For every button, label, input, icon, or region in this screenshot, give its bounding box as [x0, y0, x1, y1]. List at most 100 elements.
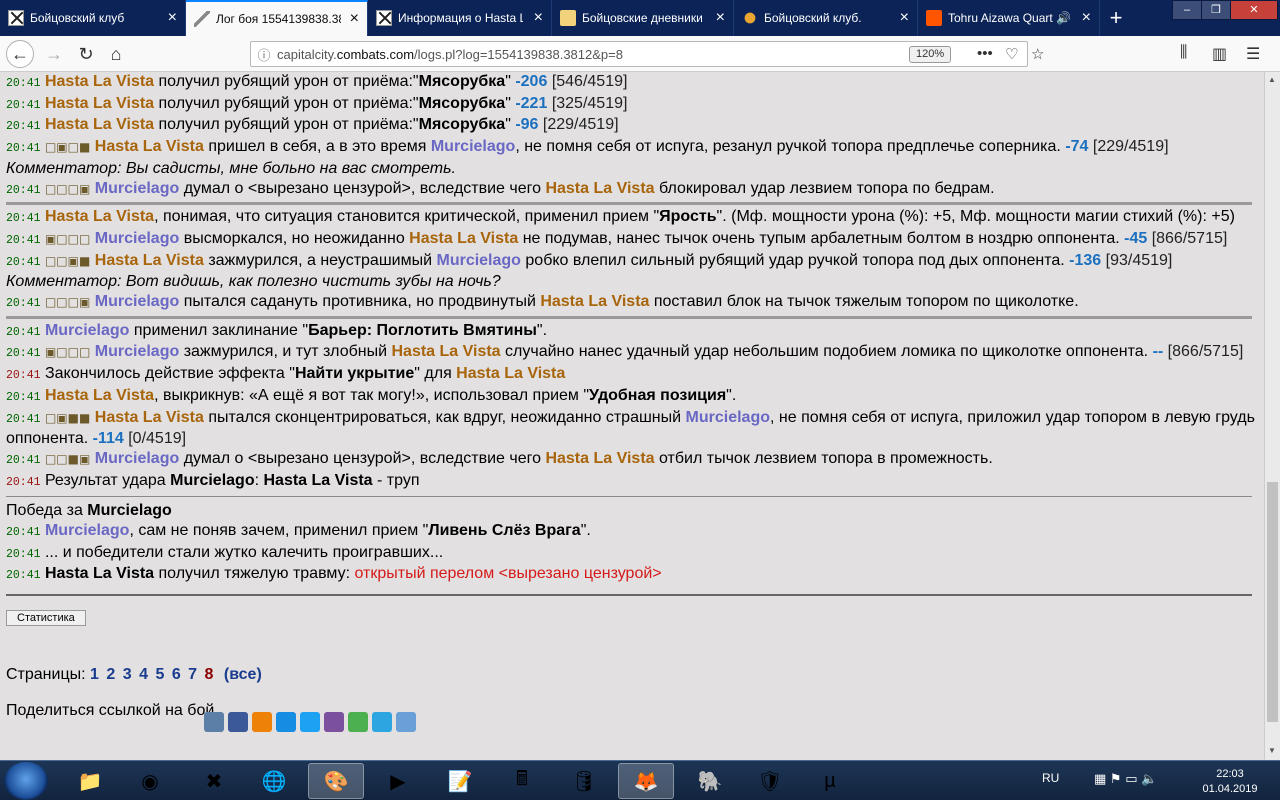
page-link-5[interactable]: 5: [155, 666, 164, 683]
back-button[interactable]: ←: [6, 40, 34, 68]
scroll-up-icon[interactable]: ▲: [1268, 75, 1276, 84]
system-clock[interactable]: 22:03 01.04.2019: [1200, 767, 1260, 797]
tab-diaries[interactable]: Бойцовские дневники ×: [552, 0, 734, 36]
page-link-4[interactable]: 4: [139, 666, 148, 683]
paint-taskbar-icon[interactable]: 🎨: [308, 763, 364, 799]
mailru-share-icon[interactable]: [276, 712, 296, 733]
page-link-1[interactable]: 1: [90, 666, 99, 683]
share-label: Поделиться ссылкой на бой: [6, 702, 215, 720]
window-close-button[interactable]: ✕: [1230, 0, 1278, 20]
flag-icon[interactable]: ⚑: [1110, 771, 1122, 786]
elephant-icon: 🐘: [697, 770, 723, 793]
close-icon[interactable]: ×: [350, 11, 359, 27]
vertical-scrollbar[interactable]: ▲ ▼: [1264, 72, 1280, 760]
more-actions-icon[interactable]: •••: [977, 45, 993, 62]
volume-icon[interactable]: 🔈: [1141, 771, 1157, 786]
zoom-indicator[interactable]: 120%: [909, 46, 952, 63]
soundcloud-icon: [926, 10, 942, 26]
app-taskbar-icon[interactable]: ✖: [186, 763, 242, 799]
home-button[interactable]: ⌂: [102, 40, 130, 68]
chrome-taskbar-icon[interactable]: ◉: [122, 763, 178, 799]
tab-title: Бойцовский клуб: [30, 11, 125, 25]
page-link-7[interactable]: 7: [188, 666, 197, 683]
whatsapp-share-icon[interactable]: [348, 712, 368, 733]
close-icon[interactable]: ×: [1082, 10, 1091, 26]
reload-button[interactable]: ↻: [72, 40, 100, 68]
globe-taskbar-icon[interactable]: 🌐: [246, 763, 302, 799]
close-icon[interactable]: ×: [168, 10, 177, 26]
elephant-taskbar-icon[interactable]: 🐘: [682, 763, 738, 799]
tab-title: Бойцовские дневники: [582, 11, 703, 25]
twitter-share-icon[interactable]: [300, 712, 320, 733]
tab-combats-club-2[interactable]: Бойцовский клуб. ×: [734, 0, 918, 36]
database-taskbar-icon[interactable]: 🛢: [556, 763, 612, 799]
language-indicator[interactable]: RU: [1042, 771, 1059, 785]
close-icon[interactable]: ×: [716, 10, 725, 26]
speaker-icon[interactable]: 🔊: [1056, 12, 1071, 24]
page-link-3[interactable]: 3: [123, 666, 132, 683]
minimize-button[interactable]: –: [1172, 0, 1202, 20]
url-domain: combats.com: [336, 46, 415, 62]
telegram-share-icon[interactable]: [372, 712, 392, 733]
library-icon[interactable]: ⫼: [1180, 44, 1187, 62]
firefox-taskbar-icon[interactable]: 🦊: [618, 763, 674, 799]
navigation-bar: ← → ↻ ⌂ ⓘ capitalcity.combats.com/logs.p…: [0, 36, 1280, 72]
tab-soundcloud[interactable]: Tohru Aizawa Quart 🔊 ×: [918, 0, 1100, 36]
log-line: 20:41 □□□▣ Murcielago пытался садануть п…: [6, 293, 1079, 311]
share-more-icon[interactable]: [396, 712, 416, 733]
pagination: Страницы: 1 2 3 4 5 6 7 8 (все): [6, 666, 1264, 684]
media-player-taskbar-icon[interactable]: ▶: [370, 763, 426, 799]
close-icon[interactable]: ×: [534, 10, 543, 26]
page-link-6[interactable]: 6: [172, 666, 181, 683]
log-end-separator: [6, 594, 1252, 597]
url-prefix: capitalcity.: [277, 46, 337, 62]
new-tab-button[interactable]: +: [1102, 4, 1130, 32]
address-bar[interactable]: ⓘ capitalcity.combats.com/logs.pl?log=15…: [250, 41, 1044, 67]
bookmark-star-icon[interactable]: ☆: [1031, 45, 1044, 63]
tab-title: Бойцовский клуб.: [764, 11, 862, 25]
turn-separator: [6, 315, 1252, 319]
restore-button[interactable]: ❐: [1201, 0, 1231, 20]
tab-title: Tohru Aizawa Quart: [948, 11, 1053, 25]
menu-icon[interactable]: ☰: [1246, 44, 1260, 64]
folder-icon: 📁: [77, 770, 103, 793]
commentator-line: Комментатор: Вы садисты, мне больно на в…: [6, 159, 456, 177]
tab-player-info[interactable]: Информация о Hasta L ×: [368, 0, 552, 36]
log-line: 20:41 ... и победители стали жутко калеч…: [6, 543, 444, 561]
facebook-share-icon[interactable]: [228, 712, 248, 733]
statistics-button[interactable]: Статистика: [6, 610, 86, 627]
tab-battle-log[interactable]: Лог боя 1554139838.38 ×: [186, 0, 368, 36]
log-line: 20:41 Hasta La Vista получил рубящий уро…: [6, 116, 619, 134]
page-link-all[interactable]: (все): [224, 666, 262, 683]
page-link-2[interactable]: 2: [106, 666, 115, 683]
game-taskbar-icon[interactable]: 🛡: [742, 763, 798, 799]
turn-separator: [6, 496, 1252, 498]
shield-icon: 🛡: [757, 770, 783, 793]
pocket-icon[interactable]: ♡: [1005, 45, 1018, 63]
vk-share-icon[interactable]: [204, 712, 224, 733]
notes-taskbar-icon[interactable]: 📝: [432, 763, 488, 799]
clock-time: 22:03: [1216, 768, 1244, 780]
sidebar-icon[interactable]: ▥: [1212, 44, 1227, 64]
close-icon[interactable]: ×: [900, 10, 909, 26]
log-line: 20:41 Murcielago, сам не поняв зачем, пр…: [6, 522, 591, 540]
tab-combats-club[interactable]: Бойцовский клуб ×: [0, 0, 186, 36]
display-icon[interactable]: ▭: [1125, 771, 1137, 786]
system-tray[interactable]: ▦ ⚑ ▭ 🔈: [1094, 771, 1157, 787]
pages-label: Страницы:: [6, 666, 86, 684]
scroll-down-icon[interactable]: ▼: [1268, 746, 1276, 755]
forward-button[interactable]: →: [40, 40, 68, 68]
utorrent-taskbar-icon[interactable]: µ: [802, 763, 858, 799]
log-line: 20:41 □□▣■ Hasta La Vista зажмурился, а …: [6, 251, 1173, 269]
info-icon[interactable]: ⓘ: [251, 45, 277, 64]
battle-log: 20:41 Hasta La Vista получил рубящий уро…: [6, 72, 1258, 597]
network-icon[interactable]: ▦: [1094, 771, 1106, 786]
calculator-taskbar-icon[interactable]: 🖩: [494, 763, 550, 799]
start-button[interactable]: [4, 762, 48, 800]
tab-title: Лог боя 1554139838.38: [216, 12, 341, 26]
log-line: 20:41 Hasta La Vista получил рубящий уро…: [6, 94, 628, 112]
viber-share-icon[interactable]: [324, 712, 344, 733]
scrollbar-thumb[interactable]: [1267, 482, 1278, 722]
explorer-taskbar-icon[interactable]: 📁: [62, 763, 118, 799]
odnoklassniki-share-icon[interactable]: [252, 712, 272, 733]
